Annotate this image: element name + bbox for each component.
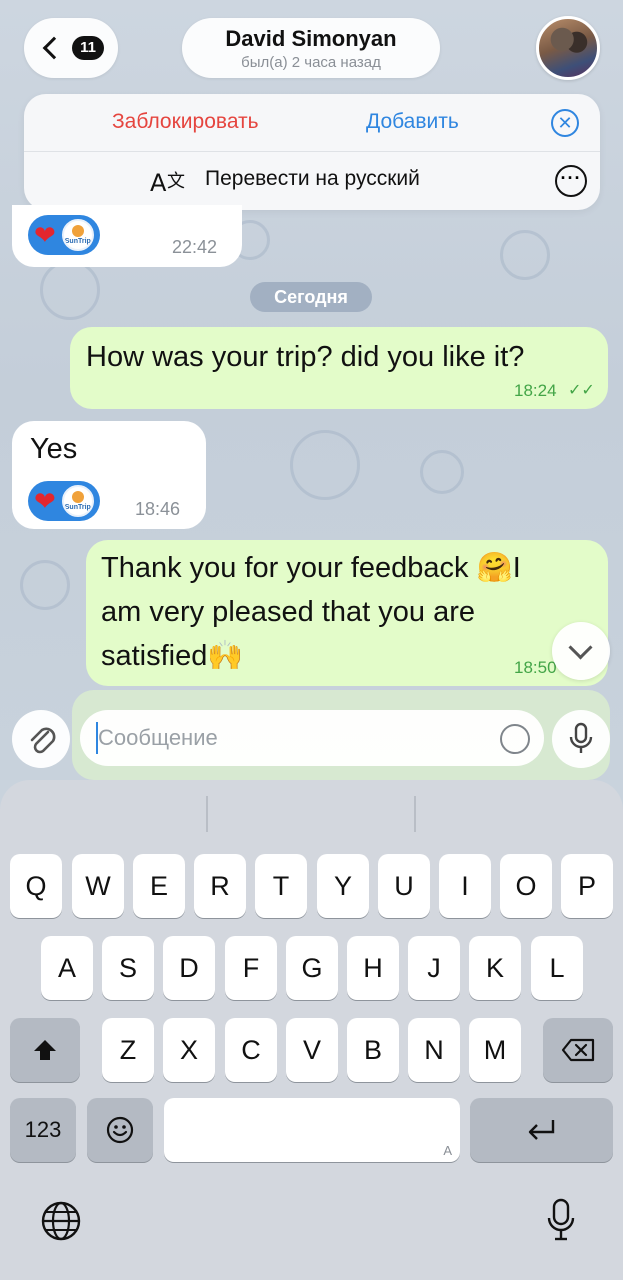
message-outgoing[interactable]: Thank you for your feedback 🤗I am very p… [86,540,608,686]
contact-avatar[interactable] [536,16,600,80]
text-caret [96,722,98,754]
space-language-hint: A [443,1143,452,1158]
action-row-primary: Заблокировать Добавить ✕ [24,94,600,152]
read-checks-icon: ✓✓ [568,382,595,399]
sun-logo-icon [71,225,84,237]
reactor-avatar: SunTrip [61,485,94,517]
key-q[interactable]: Q [10,854,62,918]
action-panel: Заблокировать Добавить ✕ A 文 Перевести н… [24,94,600,210]
chevron-down-icon [568,635,593,660]
dictation-icon[interactable] [546,1198,576,1249]
voice-message-button[interactable] [552,710,610,768]
sticker-icon[interactable] [500,724,530,754]
key-c[interactable]: C [225,1018,277,1082]
message-line: Thank you for your feedback 🤗I [101,552,521,584]
numbers-key[interactable]: 123 [10,1098,76,1162]
key-b[interactable]: B [347,1018,399,1082]
reactions[interactable]: ❤ SunTrip [28,215,100,255]
globe-glyph [41,1201,81,1241]
sun-logo-icon [71,491,84,503]
action-row-translate[interactable]: A 文 Перевести на русский ··· [24,152,600,210]
message-line: satisfied🙌 [101,640,244,672]
back-button[interactable]: 11 [24,18,118,78]
key-r[interactable]: R [194,854,246,918]
message-time: 18:24 [514,381,557,400]
dictation-mic-glyph [547,1198,575,1241]
contact-name: David Simonyan [225,25,397,51]
keyboard: Q W E R T Y U I O P A S D F G H J K L Z … [0,780,623,1280]
message-input[interactable] [80,710,544,766]
suggestion-divider [414,796,416,832]
last-seen-status: был(а) 2 часа назад [241,53,381,71]
key-f[interactable]: F [225,936,277,1000]
message-time: 22:42 [172,237,218,257]
message-line: am very pleased that you are [101,596,475,628]
shift-key[interactable] [10,1018,80,1082]
key-w[interactable]: W [72,854,124,918]
return-icon [528,1120,554,1140]
message-time: 18:46 [135,499,181,519]
reaction-pill[interactable]: ❤ SunTrip [28,215,100,255]
key-m[interactable]: M [469,1018,521,1082]
reaction-pill[interactable]: ❤ SunTrip [28,481,100,521]
message-time: 18:50 [514,658,557,677]
svg-text:文: 文 [167,171,185,192]
translate-icon: A 文 [150,165,188,206]
return-key[interactable] [470,1098,613,1162]
emoji-icon [106,1116,134,1144]
emoji-key[interactable] [87,1098,153,1162]
key-l[interactable]: L [531,936,583,1000]
translate-glyph: A 文 [150,169,185,197]
key-o[interactable]: O [500,854,552,918]
shift-arrow-icon [34,1040,56,1060]
key-y[interactable]: Y [317,854,369,918]
paperclip-icon [30,727,56,754]
key-z[interactable]: Z [102,1018,154,1082]
key-s[interactable]: S [102,936,154,1000]
key-i[interactable]: I [439,854,491,918]
more-options-icon[interactable]: ··· [555,165,587,197]
heart-icon: ❤ [34,220,56,250]
reactor-label: SunTrip [64,238,91,245]
chat-title[interactable]: David Simonyan был(а) 2 часа назад [182,18,440,78]
key-e[interactable]: E [133,854,185,918]
add-contact-button[interactable]: Добавить [366,110,459,134]
scroll-to-bottom-button[interactable] [552,622,610,680]
backspace-key[interactable] [543,1018,613,1082]
key-a[interactable]: A [41,936,93,1000]
key-v[interactable]: V [286,1018,338,1082]
heart-icon: ❤ [34,486,56,516]
close-icon[interactable]: ✕ [551,109,579,137]
message-incoming[interactable]: ❤ SunTrip 22:42 [12,205,242,267]
backspace-icon [561,1038,595,1062]
message-text: How was your trip? did you like it? [86,341,525,373]
reactions[interactable]: ❤ SunTrip [28,481,100,521]
suggestion-divider [206,796,208,832]
attach-button[interactable] [12,710,70,768]
svg-text:A: A [150,169,167,197]
message-text: Yes [30,433,78,465]
key-g[interactable]: G [286,936,338,1000]
chevron-left-icon [42,36,66,60]
message-incoming[interactable]: Yes ❤ SunTrip 18:46 [12,421,206,529]
key-h[interactable]: H [347,936,399,1000]
date-separator: Сегодня [250,282,372,312]
translate-button[interactable]: Перевести на русский [205,167,420,191]
space-key[interactable]: A [164,1098,460,1162]
key-t[interactable]: T [255,854,307,918]
message-outgoing[interactable]: How was your trip? did you like it? 18:2… [70,327,608,409]
key-p[interactable]: P [561,854,613,918]
key-k[interactable]: K [469,936,521,1000]
microphone-icon [569,722,593,753]
reactor-label: SunTrip [64,504,91,511]
key-d[interactable]: D [163,936,215,1000]
key-u[interactable]: U [378,854,430,918]
block-button[interactable]: Заблокировать [112,110,259,134]
unread-count-badge: 11 [72,36,104,60]
key-j[interactable]: J [408,936,460,1000]
key-x[interactable]: X [163,1018,215,1082]
key-n[interactable]: N [408,1018,460,1082]
reactor-avatar: SunTrip [61,219,94,251]
globe-icon[interactable] [40,1200,82,1247]
